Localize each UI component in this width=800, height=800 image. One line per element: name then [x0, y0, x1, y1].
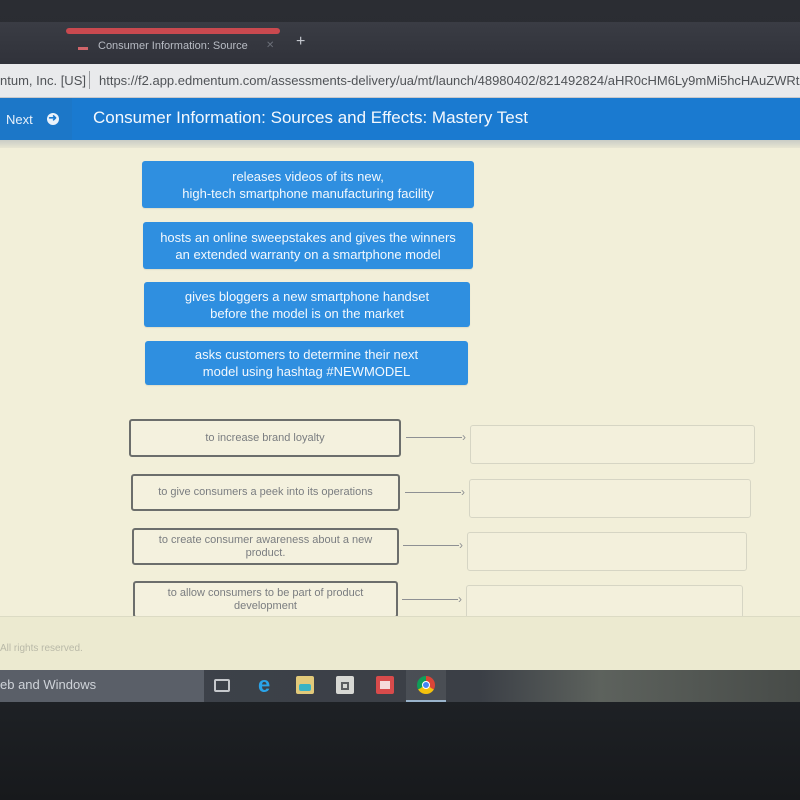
- option-tile[interactable]: gives bloggers a new smartphone handset b…: [144, 282, 470, 327]
- address-separator: [89, 71, 90, 89]
- option-line-2: model using hashtag #NEWMODEL: [202, 364, 411, 379]
- mail-icon[interactable]: [376, 676, 394, 694]
- goal-label: to give consumers a peek into its operat…: [131, 474, 400, 511]
- question-area: releases videos of its new, high-tech sma…: [0, 148, 800, 622]
- arrow-right-circle-icon: ➜: [46, 113, 59, 125]
- tab-title: Consumer Information: Source: [98, 40, 248, 52]
- goal-text: to create consumer awareness about a new…: [158, 533, 373, 559]
- option-line-1: releases videos of its new,: [232, 168, 384, 184]
- copyright-text: All rights reserved.: [0, 643, 83, 654]
- header-shadow: [0, 140, 800, 148]
- browser-tab[interactable]: Consumer Information: Source ✕: [66, 28, 280, 64]
- option-line-2: before the model is on the market: [210, 305, 404, 321]
- goal-text: to give consumers a peek into its operat…: [158, 486, 373, 498]
- taskbar-search[interactable]: eb and Windows: [0, 670, 204, 702]
- option-tile[interactable]: releases videos of its new, high-tech sma…: [142, 161, 474, 208]
- arrow-right-icon: ›: [402, 592, 462, 606]
- option-line-1: gives bloggers a new smartphone handset: [184, 288, 430, 304]
- url-field[interactable]: https://f2.app.edmentum.com/assessments-…: [99, 73, 800, 88]
- edge-icon[interactable]: e: [258, 674, 278, 696]
- option-line-1: hosts an online sweepstakes and gives th…: [160, 229, 456, 245]
- option-line-2: an extended warranty on a smartphone mod…: [175, 246, 441, 262]
- option-line-2: high-tech smartphone manufacturing facil…: [182, 185, 434, 201]
- drop-target[interactable]: [470, 425, 755, 464]
- arrow-right-icon: ›: [406, 430, 466, 444]
- close-icon[interactable]: ✕: [266, 40, 274, 51]
- page-footer: All rights reserved.: [0, 616, 800, 670]
- next-label: Next: [6, 111, 33, 127]
- chrome-icon: [417, 676, 435, 694]
- drop-target[interactable]: [469, 479, 751, 518]
- page-title: Consumer Information: Sources and Effect…: [93, 108, 528, 127]
- store-icon[interactable]: [336, 676, 354, 694]
- task-view-icon[interactable]: [214, 679, 230, 692]
- arrow-right-icon: ›: [403, 538, 463, 552]
- app-header: Next ➜ Consumer Information: Sources and…: [0, 98, 800, 140]
- windows-taskbar: eb and Windows e: [0, 670, 800, 702]
- goal-text: to increase brand loyalty: [205, 431, 325, 444]
- option-tile[interactable]: hosts an online sweepstakes and gives th…: [143, 222, 473, 269]
- address-bar[interactable]: ntum, Inc. [US] https://f2.app.edmentum.…: [0, 64, 800, 98]
- next-button[interactable]: Next ➜: [0, 98, 72, 140]
- drop-target[interactable]: [467, 532, 747, 571]
- tab-active-indicator: [66, 28, 280, 34]
- taskbar-search-text: eb and Windows: [0, 677, 97, 692]
- goal-text: to allow consumers to be part of product…: [167, 586, 364, 612]
- browser-tab-bar: Consumer Information: Source ✕ +: [0, 22, 800, 64]
- plus-icon[interactable]: +: [296, 34, 305, 50]
- goal-label: to create consumer awareness about a new…: [132, 528, 399, 565]
- file-explorer-icon[interactable]: [296, 676, 314, 694]
- option-tile[interactable]: asks customers to determine their next mo…: [145, 341, 468, 385]
- screen: Consumer Information: Source ✕ + ntum, I…: [0, 0, 800, 800]
- monitor-bezel: [0, 702, 800, 800]
- arrow-right-icon: ›: [405, 485, 465, 499]
- goal-label: to allow consumers to be part of product…: [133, 581, 398, 618]
- site-identity[interactable]: ntum, Inc. [US]: [0, 73, 86, 88]
- option-line-1: asks customers to determine their next: [194, 347, 419, 362]
- chrome-taskbar-button[interactable]: [406, 670, 446, 702]
- goal-label: to increase brand loyalty: [129, 419, 401, 457]
- favicon-icon: [78, 47, 88, 50]
